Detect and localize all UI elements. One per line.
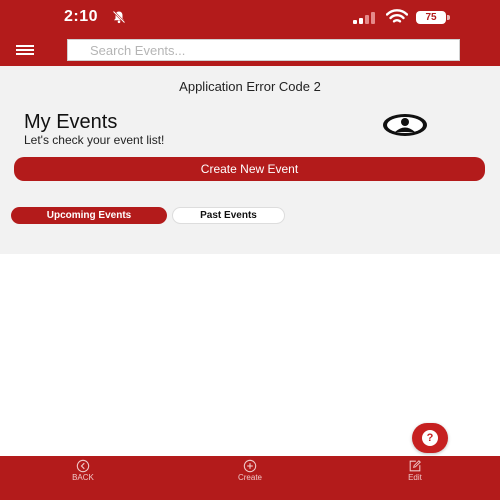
back-circle-icon: [76, 459, 90, 473]
wifi-icon: [386, 9, 408, 23]
battery-tip: [447, 15, 450, 20]
bottom-nav: BACK Create Edit: [0, 456, 500, 500]
status-bar: 2:10 75: [0, 0, 500, 34]
create-new-event-button[interactable]: Create New Event: [14, 157, 485, 181]
edit-icon: [409, 460, 421, 472]
app-bar: [0, 34, 500, 66]
bell-slash-icon: [112, 10, 126, 24]
nav-create-button[interactable]: Create: [210, 456, 290, 500]
signal-icon: [353, 12, 375, 24]
search-input[interactable]: [67, 39, 460, 61]
nav-back-button[interactable]: BACK: [43, 456, 123, 500]
page-title: My Events: [24, 111, 118, 133]
page-subtitle: Let's check your event list!: [24, 133, 165, 147]
help-icon: ?: [422, 430, 438, 446]
plus-circle-icon: [243, 459, 257, 473]
error-message: Application Error Code 2: [179, 79, 321, 94]
nav-edit-button[interactable]: Edit: [375, 456, 455, 500]
battery-level: 75: [425, 12, 437, 23]
nav-create-label: Create: [237, 473, 262, 482]
nav-back-label: BACK: [72, 473, 94, 482]
battery-icon: 75: [416, 11, 446, 24]
main-content: Application Error Code 2 My Events Let's…: [0, 66, 500, 254]
help-button[interactable]: ?: [412, 423, 448, 453]
nav-edit-label: Edit: [408, 473, 422, 482]
user-circle-icon[interactable]: [381, 112, 429, 138]
tab-past-events[interactable]: Past Events: [172, 207, 285, 224]
status-time: 2:10: [64, 8, 99, 25]
tab-upcoming-events[interactable]: Upcoming Events: [11, 207, 167, 224]
hamburger-menu-icon[interactable]: [14, 42, 36, 58]
